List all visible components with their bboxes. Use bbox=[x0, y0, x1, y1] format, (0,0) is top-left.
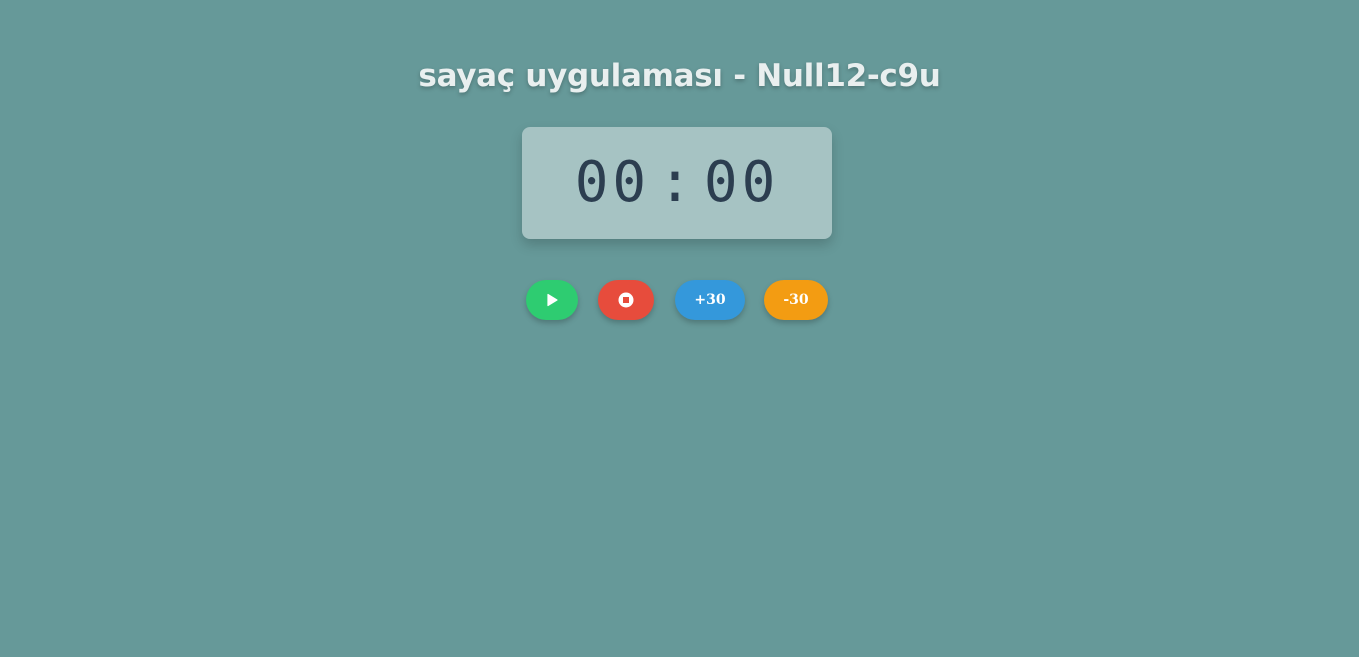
timer-display: 00 : 00 bbox=[522, 127, 832, 239]
timer-seconds: 00 bbox=[703, 150, 780, 215]
page-title: sayaç uygulaması - Null12-c9u bbox=[418, 58, 941, 94]
subtract-30-button[interactable]: -30 bbox=[764, 280, 828, 320]
app-page: sayaç uygulaması - Null12-c9u 00 : 00 +3… bbox=[0, 0, 1359, 657]
add-30-button[interactable]: +30 bbox=[675, 280, 745, 320]
start-button[interactable] bbox=[526, 280, 578, 320]
time-readout: 00 : 00 bbox=[575, 155, 780, 211]
timer-separator: : bbox=[658, 150, 696, 215]
stop-button[interactable] bbox=[598, 280, 654, 320]
timer-minutes: 00 bbox=[574, 150, 651, 215]
play-icon bbox=[547, 293, 558, 307]
stop-icon bbox=[618, 292, 634, 308]
